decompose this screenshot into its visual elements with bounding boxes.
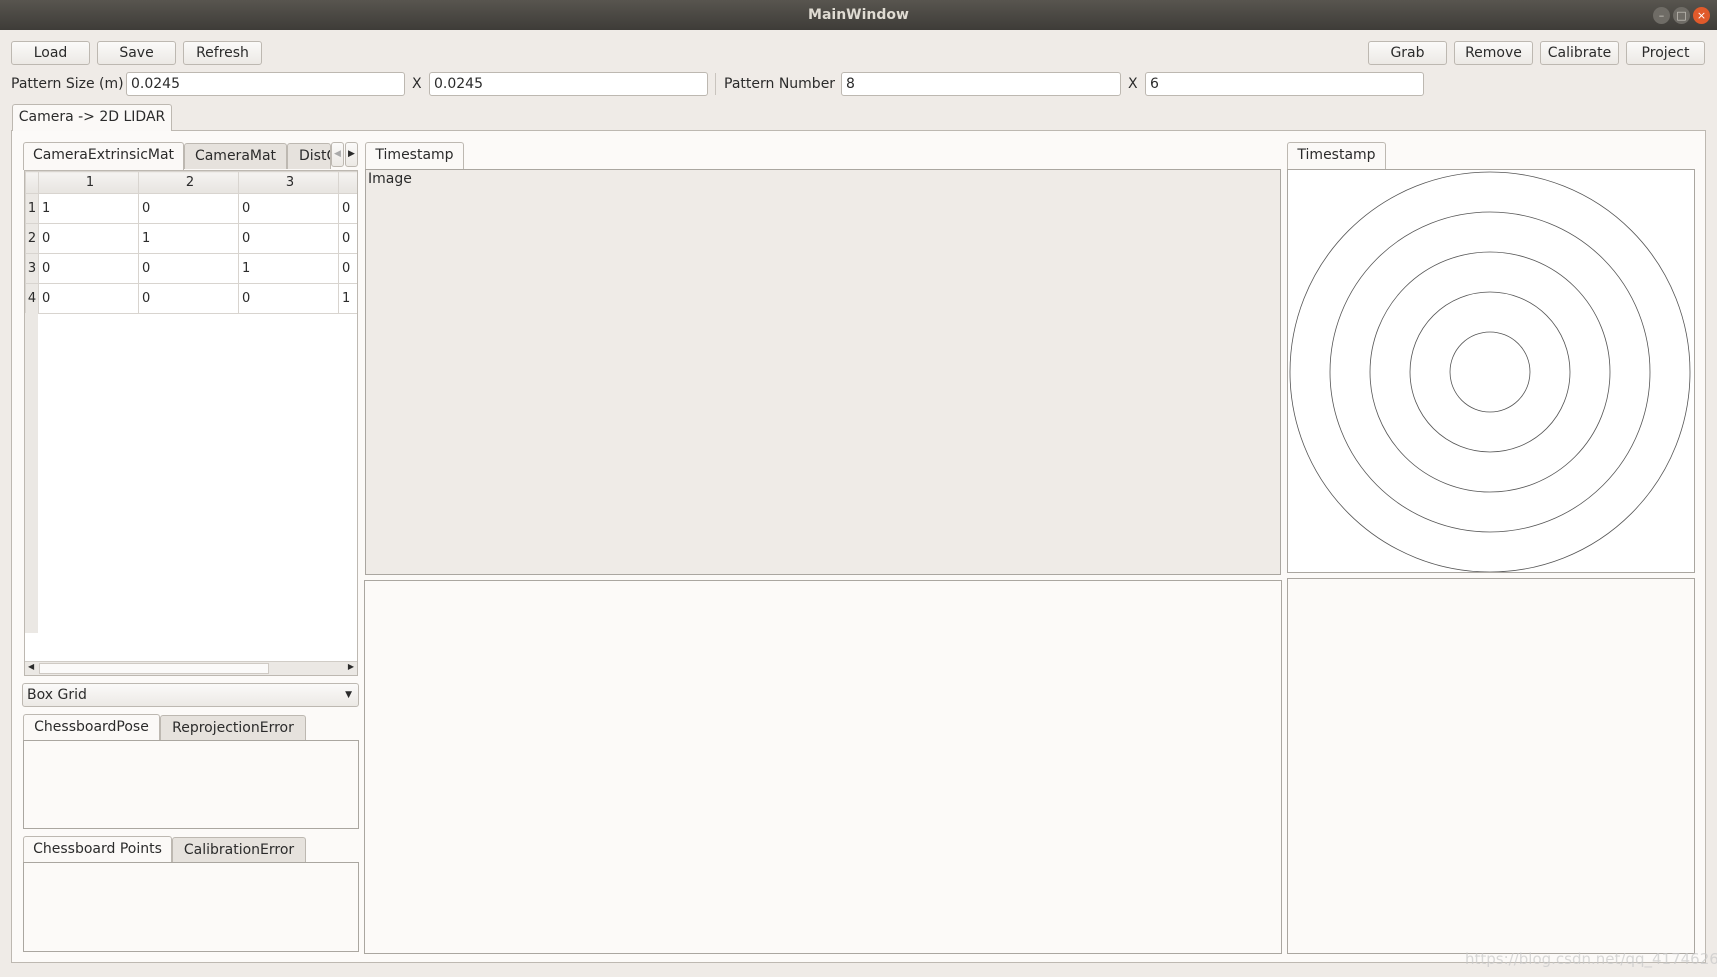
table-cell[interactable]: 0 bbox=[38, 253, 139, 284]
row-header[interactable]: 2 bbox=[25, 223, 39, 254]
tab-camera-mat[interactable]: CameraMat bbox=[184, 143, 287, 169]
matrix-table-view: 1 2 3 11000 20100 30010 40001 ◀ ▶ bbox=[24, 170, 358, 676]
table-cell[interactable]: 0 bbox=[238, 223, 339, 254]
pattern-size-y-input[interactable]: 0.0245 bbox=[429, 72, 708, 96]
refresh-button[interactable]: Refresh bbox=[183, 41, 262, 65]
table-cell[interactable]: 1 bbox=[238, 253, 339, 284]
x-separator: X bbox=[1128, 76, 1138, 92]
tab-scroll-right-icon[interactable]: ▶ bbox=[345, 142, 358, 167]
pattern-number-label: Pattern Number bbox=[724, 76, 836, 92]
row-header[interactable]: 1 bbox=[25, 193, 39, 224]
table-cell[interactable]: 1 bbox=[338, 283, 357, 314]
tab-dist-coeff[interactable]: DistC bbox=[287, 143, 331, 169]
x-separator: X bbox=[412, 76, 422, 92]
table-cell[interactable]: 0 bbox=[138, 253, 239, 284]
window-title: MainWindow bbox=[808, 7, 909, 23]
tab-calibration-error[interactable]: CalibrationError bbox=[172, 837, 306, 862]
chessboard-pose-pane bbox=[23, 740, 359, 829]
minimize-icon[interactable]: – bbox=[1653, 7, 1670, 24]
matrix-table: 1 2 3 11000 20100 30010 40001 bbox=[25, 171, 357, 314]
table-row: 30010 bbox=[25, 253, 357, 284]
table-cell[interactable]: 0 bbox=[238, 283, 339, 314]
calibrate-button[interactable]: Calibrate bbox=[1540, 41, 1619, 65]
image-label: Image bbox=[368, 171, 412, 187]
scroll-left-icon[interactable]: ◀ bbox=[28, 662, 34, 671]
lidar-lower-pane bbox=[1287, 578, 1695, 954]
lidar-range-rings bbox=[1289, 171, 1691, 572]
pattern-size-x-input[interactable]: 0.0245 bbox=[126, 72, 405, 96]
watermark: https://blog.csdn.net/qq_41746268 bbox=[1465, 950, 1717, 968]
table-row: 11000 bbox=[25, 193, 357, 224]
column-header[interactable]: 2 bbox=[138, 171, 239, 194]
tab-image-timestamp[interactable]: Timestamp bbox=[365, 142, 464, 170]
separator bbox=[715, 73, 716, 95]
range-ring bbox=[1409, 291, 1571, 453]
tab-chessboard-pose[interactable]: ChessboardPose bbox=[23, 714, 160, 741]
table-cell[interactable]: 0 bbox=[138, 283, 239, 314]
table-cell[interactable]: 0 bbox=[38, 283, 139, 314]
tab-camera-extrinsic-mat[interactable]: CameraExtrinsicMat bbox=[23, 142, 184, 170]
project-button[interactable]: Project bbox=[1626, 41, 1705, 65]
load-button[interactable]: Load bbox=[11, 41, 90, 65]
table-cell[interactable]: 0 bbox=[238, 193, 339, 224]
range-ring bbox=[1329, 211, 1651, 533]
column-header[interactable] bbox=[338, 171, 357, 194]
column-header[interactable]: 1 bbox=[38, 171, 139, 194]
grab-button[interactable]: Grab bbox=[1368, 41, 1447, 65]
row-header[interactable]: 4 bbox=[25, 283, 39, 314]
close-icon[interactable]: × bbox=[1693, 7, 1710, 24]
horizontal-scrollbar[interactable]: ◀ ▶ bbox=[25, 661, 357, 675]
scrollbar-thumb[interactable] bbox=[39, 663, 269, 674]
pattern-number-x-input[interactable]: 8 bbox=[841, 72, 1121, 96]
combo-value: Box Grid bbox=[27, 687, 87, 703]
table-cell[interactable]: 0 bbox=[138, 193, 239, 224]
remove-button[interactable]: Remove bbox=[1454, 41, 1533, 65]
table-cell[interactable]: 0 bbox=[338, 223, 357, 254]
range-ring bbox=[1289, 171, 1691, 572]
table-row: 20100 bbox=[25, 223, 357, 254]
table-cell[interactable]: 0 bbox=[338, 253, 357, 284]
tab-chessboard-points[interactable]: Chessboard Points bbox=[23, 836, 172, 863]
tab-camera-2d-lidar[interactable]: Camera -> 2D LIDAR bbox=[12, 104, 172, 131]
table-cell[interactable]: 1 bbox=[138, 223, 239, 254]
grid-type-combobox[interactable]: Box Grid ▼ bbox=[22, 683, 359, 707]
range-ring bbox=[1369, 251, 1611, 493]
column-header[interactable]: 3 bbox=[238, 171, 339, 194]
chessboard-points-pane bbox=[23, 862, 359, 952]
range-ring bbox=[1449, 331, 1531, 413]
tab-reprojection-error[interactable]: ReprojectionError bbox=[160, 715, 306, 740]
maximize-icon[interactable]: □ bbox=[1673, 7, 1690, 24]
table-cell[interactable]: 1 bbox=[38, 193, 139, 224]
chevron-down-icon: ▼ bbox=[345, 690, 352, 700]
tab-lidar-timestamp[interactable]: Timestamp bbox=[1287, 142, 1386, 170]
pattern-size-label: Pattern Size (m) bbox=[11, 76, 124, 92]
row-header[interactable]: 3 bbox=[25, 253, 39, 284]
title-bar: MainWindow bbox=[0, 0, 1717, 30]
table-cell[interactable]: 0 bbox=[338, 193, 357, 224]
image-view: Image bbox=[365, 169, 1281, 575]
tab-scroll-left-icon[interactable]: ◀ bbox=[331, 142, 344, 167]
table-row: 40001 bbox=[25, 283, 357, 314]
lidar-view bbox=[1287, 169, 1695, 573]
image-lower-pane bbox=[364, 580, 1282, 954]
save-button[interactable]: Save bbox=[97, 41, 176, 65]
scroll-right-icon[interactable]: ▶ bbox=[348, 662, 354, 671]
pattern-number-y-input[interactable]: 6 bbox=[1145, 72, 1424, 96]
table-cell[interactable]: 0 bbox=[38, 223, 139, 254]
